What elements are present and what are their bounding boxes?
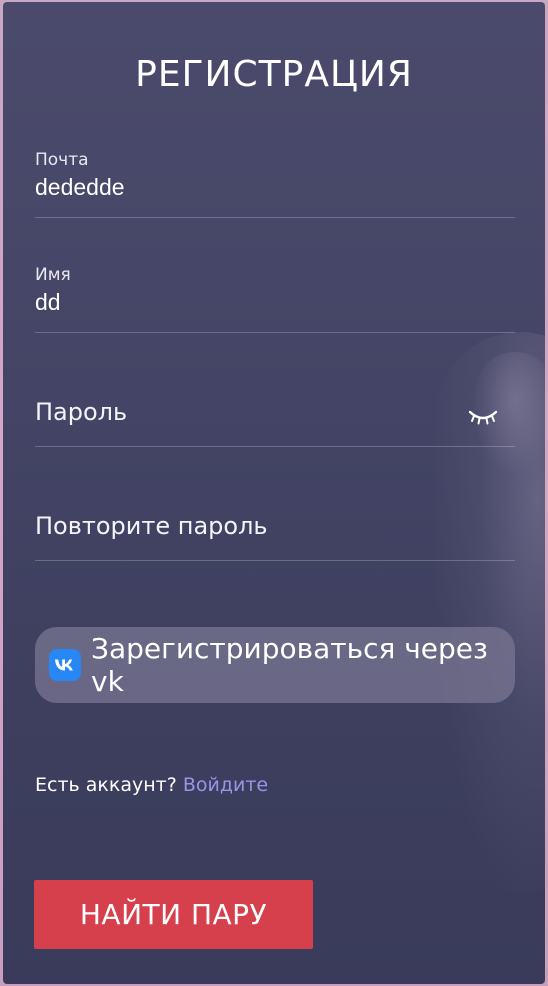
password-input[interactable]: Пароль	[35, 398, 515, 426]
vk-register-button[interactable]: Зарегистрироваться через vk	[35, 627, 515, 703]
eye-closed-icon[interactable]	[467, 406, 499, 426]
name-input[interactable]: dd	[35, 289, 515, 316]
password-field[interactable]: Пароль	[35, 398, 515, 447]
password-repeat-input[interactable]: Повторите пароль	[35, 512, 515, 540]
name-label: Имя	[35, 265, 71, 285]
login-link[interactable]: Войдите	[183, 774, 268, 796]
page-title: РЕГИСТРАЦИЯ	[135, 54, 413, 95]
email-input[interactable]: dededde	[35, 174, 515, 201]
vk-register-label: Зарегистрироваться через vk	[91, 632, 488, 698]
email-field[interactable]: Почта dededde	[35, 150, 515, 218]
registration-panel: РЕГИСТРАЦИЯ Почта dededde Имя dd Пароль …	[3, 2, 545, 984]
name-field[interactable]: Имя dd	[35, 265, 515, 333]
login-prompt: Есть аккаунт? Войдите	[35, 774, 268, 796]
find-match-button[interactable]: НАЙТИ ПАРУ	[34, 880, 313, 949]
email-label: Почта	[35, 150, 89, 170]
vk-logo-icon	[49, 649, 81, 681]
login-prompt-text: Есть аккаунт?	[35, 774, 177, 796]
password-repeat-field[interactable]: Повторите пароль	[35, 512, 515, 561]
